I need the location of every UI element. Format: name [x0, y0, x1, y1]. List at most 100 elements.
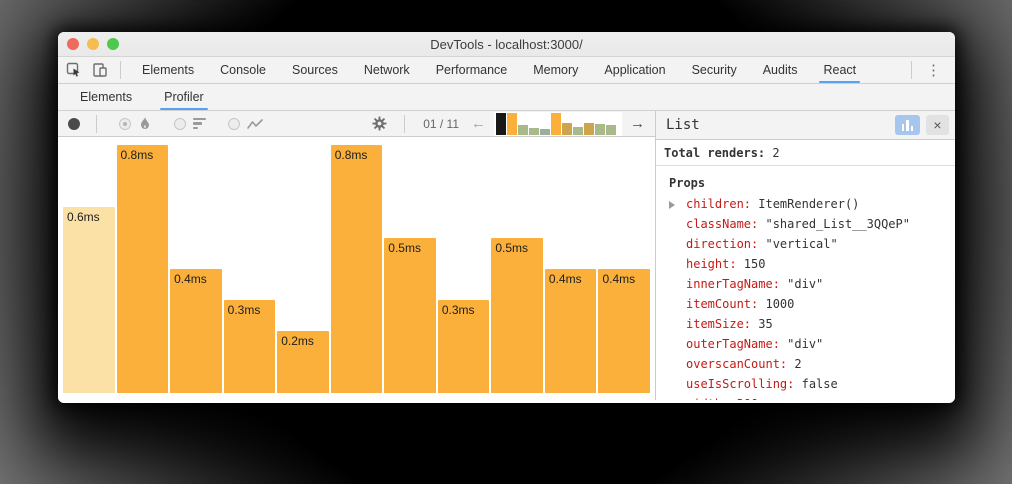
ranked-chart-icon	[193, 118, 206, 130]
interactions-chart-icon	[247, 118, 263, 130]
flamegraph-view-option[interactable]	[119, 116, 152, 131]
total-renders-label: Total renders:	[664, 146, 765, 160]
minimap-bar[interactable]	[507, 113, 517, 135]
total-renders-value: 2	[772, 146, 779, 160]
minimap-bar[interactable]	[540, 129, 550, 135]
props-list: children: ItemRenderer() className: "shar…	[656, 194, 955, 400]
expand-triangle-icon[interactable]	[669, 201, 675, 209]
ranked-radio[interactable]	[174, 118, 186, 130]
profiler-toolbar: 01 / 11 ← →	[58, 111, 655, 137]
prop-key: height:	[686, 257, 737, 271]
next-snapshot-arrow-icon[interactable]: →	[628, 116, 647, 131]
minimize-window-button[interactable]	[87, 38, 99, 50]
window-titlebar: DevTools - localhost:3000/	[58, 32, 955, 57]
minimap-bar[interactable]	[518, 125, 528, 135]
minimap-bar[interactable]	[606, 125, 616, 135]
minimap-bar[interactable]	[584, 123, 594, 135]
tab-audits[interactable]: Audits	[750, 57, 811, 83]
close-window-button[interactable]	[67, 38, 79, 50]
minimap-bar[interactable]	[562, 123, 572, 135]
commit-bar[interactable]: 0.4ms	[545, 269, 597, 393]
prop-key: direction:	[686, 237, 758, 251]
commit-bar[interactable]: 0.8ms	[117, 145, 169, 393]
commit-bar-label: 0.4ms	[170, 269, 222, 286]
tab-network[interactable]: Network	[351, 57, 423, 83]
commit-bar[interactable]: 0.4ms	[598, 269, 650, 393]
previous-snapshot-arrow-icon[interactable]: ←	[469, 116, 488, 131]
minimap-bar[interactable]	[573, 127, 583, 135]
sidebar-body: Total renders: 2 Props children: ItemRen…	[656, 140, 955, 400]
prop-key: useIsScrolling:	[686, 377, 794, 391]
commit-bar[interactable]: 0.5ms	[384, 238, 436, 393]
device-toolbar-icon[interactable]	[92, 62, 108, 78]
prop-value: "vertical"	[758, 237, 837, 251]
tab-console[interactable]: Console	[207, 57, 279, 83]
render-chart-button[interactable]	[895, 115, 920, 135]
prop-value: 2	[787, 357, 801, 371]
kebab-menu-icon[interactable]: ⋮	[920, 63, 947, 78]
prop-row-itemCount: itemCount: 1000	[656, 294, 955, 314]
flamegraph-chart: 0.6ms0.8ms0.4ms0.3ms0.2ms0.8ms0.5ms0.3ms…	[58, 137, 655, 400]
prop-key: className:	[686, 217, 758, 231]
minimap-bar[interactable]	[551, 113, 561, 135]
commit-bar-label: 0.8ms	[331, 145, 383, 162]
minimap-bar[interactable]	[529, 128, 539, 135]
window-title: DevTools - localhost:3000/	[430, 37, 582, 52]
ranked-view-option[interactable]	[174, 118, 206, 130]
prop-value: 300	[729, 397, 758, 400]
selected-component-name: List	[666, 117, 895, 133]
interactions-view-option[interactable]	[228, 118, 263, 130]
tab-sources[interactable]: Sources	[279, 57, 351, 83]
prop-row-outerTagName: outerTagName: "div"	[656, 334, 955, 354]
flamegraph-radio[interactable]	[119, 118, 131, 130]
subtab-elements[interactable]: Elements	[64, 84, 148, 110]
commit-bar-label: 0.3ms	[438, 300, 490, 317]
toolbar-divider	[911, 61, 912, 79]
commit-bar[interactable]: 0.5ms	[491, 238, 543, 393]
minimap-bar-selected[interactable]	[496, 113, 506, 135]
prop-row-overscanCount: overscanCount: 2	[656, 354, 955, 374]
devtools-window: DevTools - localhost:3000/	[58, 32, 955, 403]
prop-row-width: width: 300	[656, 394, 955, 400]
interactions-radio[interactable]	[228, 118, 240, 130]
prop-row-innerTagName: innerTagName: "div"	[656, 274, 955, 294]
commit-bar-label: 0.3ms	[224, 300, 276, 317]
traffic-lights	[67, 32, 119, 56]
prop-row-height: height: 150	[656, 254, 955, 274]
commit-bar-label: 0.5ms	[491, 238, 543, 255]
inspect-element-icon[interactable]	[66, 62, 82, 78]
prop-value: ItemRenderer()	[751, 197, 859, 211]
record-button[interactable]	[68, 118, 80, 130]
minimap-bar[interactable]	[595, 124, 605, 135]
component-sidebar: List × Total renders: 2 Props children: …	[655, 111, 955, 400]
tab-application[interactable]: Application	[591, 57, 678, 83]
prop-key: itemCount:	[686, 297, 758, 311]
subtab-profiler[interactable]: Profiler	[148, 84, 220, 110]
prop-row-useIsScrolling: useIsScrolling: false	[656, 374, 955, 394]
commit-bar[interactable]: 0.3ms	[438, 300, 490, 393]
tab-performance[interactable]: Performance	[423, 57, 521, 83]
prop-value: "shared_List__3QQeP"	[758, 217, 910, 231]
tab-elements[interactable]: Elements	[129, 57, 207, 83]
flame-icon	[138, 116, 152, 131]
commit-bar[interactable]: 0.4ms	[170, 269, 222, 393]
zoom-window-button[interactable]	[107, 38, 119, 50]
prop-row-children: children: ItemRenderer()	[656, 194, 955, 214]
prop-key: innerTagName:	[686, 277, 780, 291]
tab-react[interactable]: React	[810, 57, 869, 83]
close-sidebar-button[interactable]: ×	[926, 115, 949, 135]
flamegraph-bars: 0.6ms0.8ms0.4ms0.3ms0.2ms0.8ms0.5ms0.3ms…	[63, 145, 650, 393]
tab-memory[interactable]: Memory	[520, 57, 591, 83]
prop-key: overscanCount:	[686, 357, 787, 371]
bar-chart-icon	[902, 124, 905, 131]
commit-bar[interactable]: 0.8ms	[331, 145, 383, 393]
tab-security[interactable]: Security	[679, 57, 750, 83]
commit-bar[interactable]: 0.2ms	[277, 331, 329, 393]
commit-bar-label: 0.6ms	[63, 207, 115, 224]
snapshot-minimap[interactable]	[494, 112, 622, 136]
gear-icon[interactable]	[369, 116, 390, 131]
commit-bar-label: 0.5ms	[384, 238, 436, 255]
commit-bar[interactable]: 0.3ms	[224, 300, 276, 393]
total-renders-row: Total renders: 2	[656, 140, 955, 166]
commit-bar[interactable]: 0.6ms	[63, 207, 115, 393]
